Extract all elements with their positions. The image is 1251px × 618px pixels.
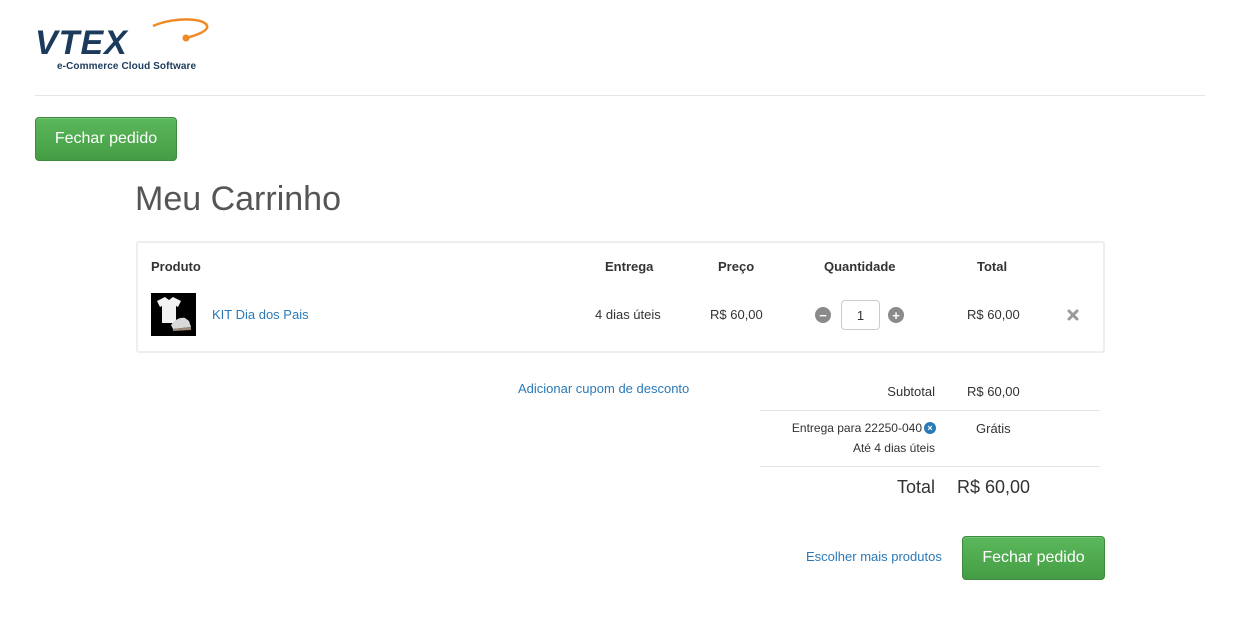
continue-shopping-link[interactable]: Escolher mais produtos bbox=[806, 549, 942, 564]
add-coupon-link[interactable]: Adicionar cupom de desconto bbox=[518, 381, 689, 396]
item-price: R$ 60,00 bbox=[710, 307, 763, 322]
total-label: Total bbox=[896, 477, 935, 497]
summary-divider bbox=[760, 410, 1100, 411]
svg-text:VTEX: VTEX bbox=[35, 24, 129, 62]
total-value: R$ 60,00 bbox=[957, 477, 1031, 497]
quantity-increase-button[interactable]: + bbox=[888, 307, 904, 323]
header-total: Total bbox=[977, 259, 1008, 274]
header-delivery: Entrega bbox=[605, 259, 654, 274]
minus-icon: − bbox=[819, 307, 827, 323]
shipping-label: Entrega para 22250-040 bbox=[791, 421, 922, 435]
shipping-value: Grátis bbox=[976, 421, 1011, 436]
summary-divider bbox=[760, 466, 1100, 467]
tshirt-and-sneaker-icon bbox=[151, 293, 196, 336]
clear-postal-code-icon[interactable]: × bbox=[924, 422, 936, 434]
header-divider bbox=[35, 95, 1205, 96]
plus-icon: + bbox=[892, 307, 900, 323]
page-title: Meu Carrinho bbox=[135, 180, 341, 218]
subtotal-label: Subtotal bbox=[887, 384, 935, 399]
product-name-link[interactable]: KIT Dia dos Pais bbox=[212, 307, 309, 322]
subtotal-value: R$ 60,00 bbox=[967, 384, 1020, 399]
item-total: R$ 60,00 bbox=[967, 307, 1020, 322]
header-product: Produto bbox=[151, 259, 201, 274]
cart-table bbox=[136, 241, 1105, 353]
quantity-decrease-button[interactable]: − bbox=[815, 307, 831, 323]
logo-tagline: e-Commerce Cloud Software bbox=[57, 61, 197, 72]
checkout-button-top[interactable]: Fechar pedido bbox=[35, 117, 177, 161]
remove-item-icon[interactable] bbox=[1066, 308, 1080, 322]
product-thumbnail[interactable] bbox=[151, 293, 196, 336]
header-quantity: Quantidade bbox=[824, 259, 896, 274]
shipping-eta: Até 4 dias úteis bbox=[852, 441, 935, 455]
header-price: Preço bbox=[718, 259, 755, 274]
item-delivery: 4 dias úteis bbox=[595, 307, 661, 322]
checkout-button-bottom[interactable]: Fechar pedido bbox=[962, 536, 1105, 580]
quantity-input[interactable] bbox=[841, 300, 880, 330]
